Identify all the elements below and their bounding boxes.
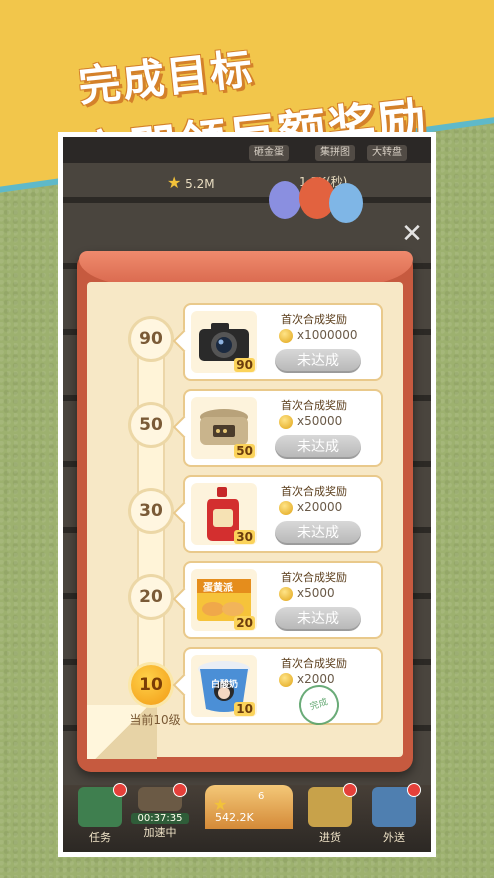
notification-dot	[407, 783, 421, 797]
reward-card: 30 首次合成奖励 x20000 未达成	[183, 475, 383, 553]
egg-pie-thumbnail: 蛋黄派 20	[191, 569, 257, 631]
reward-title: 首次合成奖励	[281, 313, 347, 326]
card-level: 90	[234, 358, 255, 372]
level-node-90: 90	[131, 319, 171, 359]
star-icon: ★	[167, 173, 182, 192]
yogurt-thumbnail: 白酸奶 10	[191, 655, 257, 717]
status-button[interactable]: 未达成	[275, 435, 361, 459]
reward-title: 首次合成奖励	[281, 399, 347, 412]
status-button[interactable]: 未达成	[275, 349, 361, 373]
center-value: 542.2K	[215, 811, 254, 824]
card-level: 10	[234, 702, 255, 716]
nav-speedup-label: 加速中	[143, 826, 177, 839]
balloon-icon	[269, 181, 301, 219]
puzzle-button[interactable]: 集拼图	[315, 145, 355, 161]
reward-card: 白酸奶 10 首次合成奖励 x2000 完成	[183, 647, 383, 731]
level-node-50: 50	[131, 405, 171, 445]
card-level: 30	[234, 530, 255, 544]
notification-dot	[113, 783, 127, 797]
speedup-timer: 00:37:35	[131, 813, 189, 824]
reward-amount: x1000000	[297, 328, 358, 342]
coin-icon	[279, 329, 293, 343]
phone-screen: 砸金蛋 集拼图 大转盘 ★ 5.2M 1.3K(秒) ✕ 90 50 30 20…	[63, 137, 431, 852]
card-level: 20	[234, 616, 255, 630]
close-button[interactable]: ✕	[397, 219, 427, 249]
yogurt-label: 白酸奶	[211, 680, 239, 690]
nav-task-label: 任务	[89, 831, 111, 844]
reward-title: 首次合成奖励	[281, 485, 347, 498]
reward-title: 首次合成奖励	[281, 657, 347, 670]
center-count: 6	[258, 791, 265, 802]
reward-card: 50 首次合成奖励 x50000 未达成	[183, 389, 383, 467]
status-button[interactable]: 未达成	[275, 607, 361, 631]
coin-icon	[279, 415, 293, 429]
notification-dot	[343, 783, 357, 797]
rice-cooker-thumbnail: 50	[191, 397, 257, 459]
reward-card: 蛋黄派 20 首次合成奖励 x5000 未达成	[183, 561, 383, 639]
nav-delivery-label: 外送	[383, 831, 405, 844]
star-stat: ★ 5.2M	[167, 173, 215, 192]
reward-amount: x5000	[297, 586, 335, 600]
egg-pie-label: 蛋黄派	[203, 583, 233, 594]
reward-amount: x2000	[297, 672, 335, 686]
wheel-button[interactable]: 大转盘	[367, 145, 407, 161]
shampoo-thumbnail: 30	[191, 483, 257, 545]
coin-icon	[279, 501, 293, 515]
notification-dot	[173, 783, 187, 797]
nav-stock-label: 进货	[319, 831, 341, 844]
coin-icon	[279, 673, 293, 687]
balloon-icon	[329, 183, 363, 223]
level-node-current: 10	[131, 665, 171, 705]
coin-icon	[279, 587, 293, 601]
smash-egg-button[interactable]: 砸金蛋	[249, 145, 289, 161]
star-count: 5.2M	[185, 177, 215, 191]
completed-stamp: 完成	[293, 679, 345, 731]
reward-amount: x50000	[297, 414, 343, 428]
card-level: 50	[234, 444, 255, 458]
reward-card: 90 首次合成奖励 x1000000 未达成	[183, 303, 383, 381]
level-node-30: 30	[131, 491, 171, 531]
top-bar: 砸金蛋 集拼图 大转盘	[63, 137, 431, 163]
camera-thumbnail: 90	[191, 311, 257, 373]
reward-title: 首次合成奖励	[281, 571, 347, 584]
level-node-20: 20	[131, 577, 171, 617]
status-button[interactable]: 未达成	[275, 521, 361, 545]
reward-amount: x20000	[297, 500, 343, 514]
